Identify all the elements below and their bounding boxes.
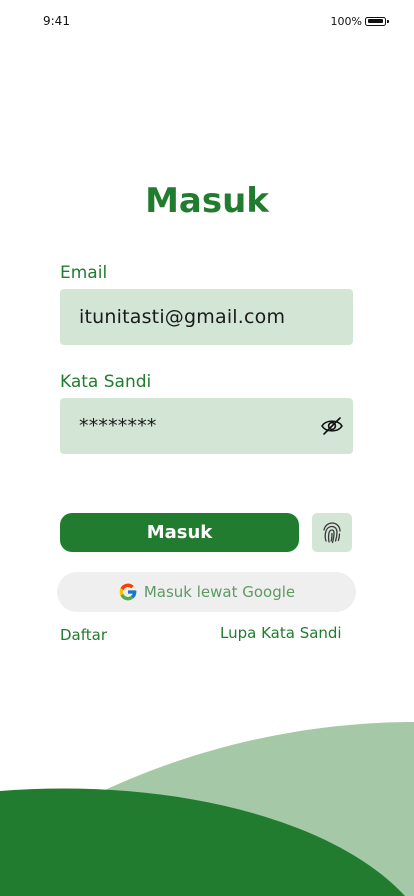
battery-full-icon [365, 17, 389, 26]
eye-off-icon[interactable] [320, 415, 344, 437]
status-time: 9:41 [43, 14, 70, 28]
email-field[interactable]: itunitasti@gmail.com [60, 289, 353, 345]
battery-fill [367, 19, 383, 24]
decorative-waves [0, 722, 414, 896]
email-label: Email [60, 263, 108, 283]
forgot-password-link[interactable]: Lupa Kata Sandi [220, 624, 342, 642]
password-field[interactable]: ******** [60, 398, 353, 454]
email-value: itunitasti@gmail.com [79, 306, 286, 328]
battery-percent: 100% [330, 15, 362, 28]
battery-cap [387, 20, 389, 23]
login-button[interactable]: Masuk [60, 513, 299, 552]
battery-status: 100% [330, 15, 389, 28]
page-title: Masuk [145, 181, 269, 221]
status-bar: 9:41 100% [0, 0, 414, 44]
google-logo-icon [119, 583, 137, 601]
password-value: ******** [79, 415, 157, 437]
register-link[interactable]: Daftar [60, 626, 107, 644]
fingerprint-button[interactable] [312, 513, 352, 552]
fingerprint-icon [323, 521, 341, 543]
google-login-button[interactable]: Masuk lewat Google [57, 572, 356, 612]
google-login-label: Masuk lewat Google [143, 583, 296, 601]
password-label: Kata Sandi [60, 372, 152, 392]
